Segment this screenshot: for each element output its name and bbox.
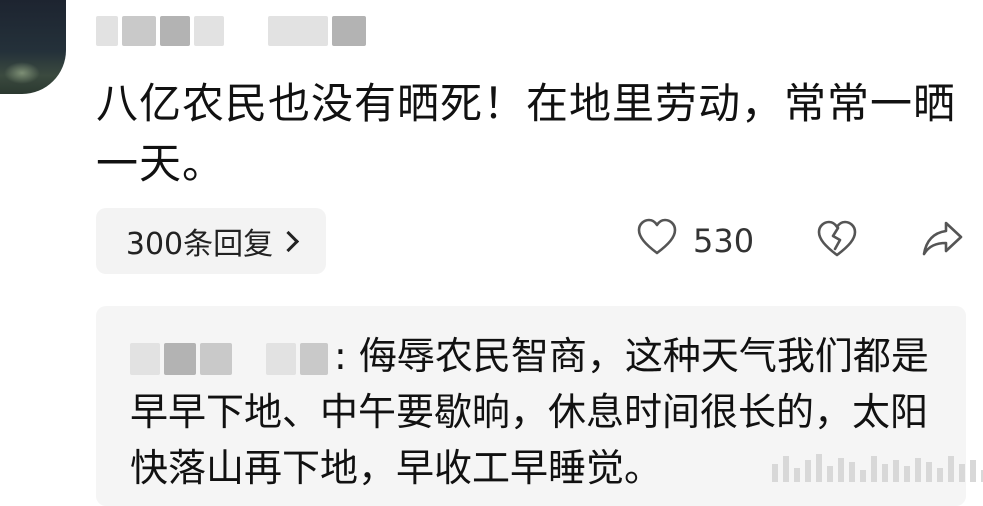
blur-mask	[164, 342, 196, 375]
blur-mask	[332, 16, 366, 46]
blur-mask	[130, 342, 160, 375]
like-button[interactable]: 530	[637, 218, 754, 264]
broken-heart-icon	[816, 219, 858, 263]
watermark	[772, 452, 983, 482]
blur-mask	[266, 342, 296, 375]
share-arrow-icon	[920, 219, 964, 263]
avatar[interactable]	[0, 0, 66, 94]
avatar-image	[4, 62, 40, 84]
blur-mask	[194, 16, 224, 46]
blur-mask	[160, 16, 190, 46]
blur-mask	[122, 16, 156, 46]
reply-separator: :	[334, 334, 347, 378]
dislike-button[interactable]	[816, 218, 858, 264]
share-button[interactable]	[920, 218, 964, 264]
reply-username-blurred[interactable]	[130, 342, 328, 375]
replies-count-label: 300条回复	[125, 227, 274, 262]
blur-mask	[96, 16, 118, 46]
comment-text: 八亿农民也没有晒死！在地里劳动，常常一晒一天。	[96, 79, 957, 188]
blur-mask	[300, 342, 328, 375]
view-replies-button[interactable]: 300条回复	[96, 208, 326, 274]
username-blurred[interactable]	[96, 14, 366, 48]
chevron-right-icon	[278, 230, 300, 252]
like-count: 530	[693, 222, 755, 260]
blur-mask	[200, 342, 232, 375]
blur-mask	[268, 16, 328, 46]
heart-outline-icon	[637, 218, 677, 264]
